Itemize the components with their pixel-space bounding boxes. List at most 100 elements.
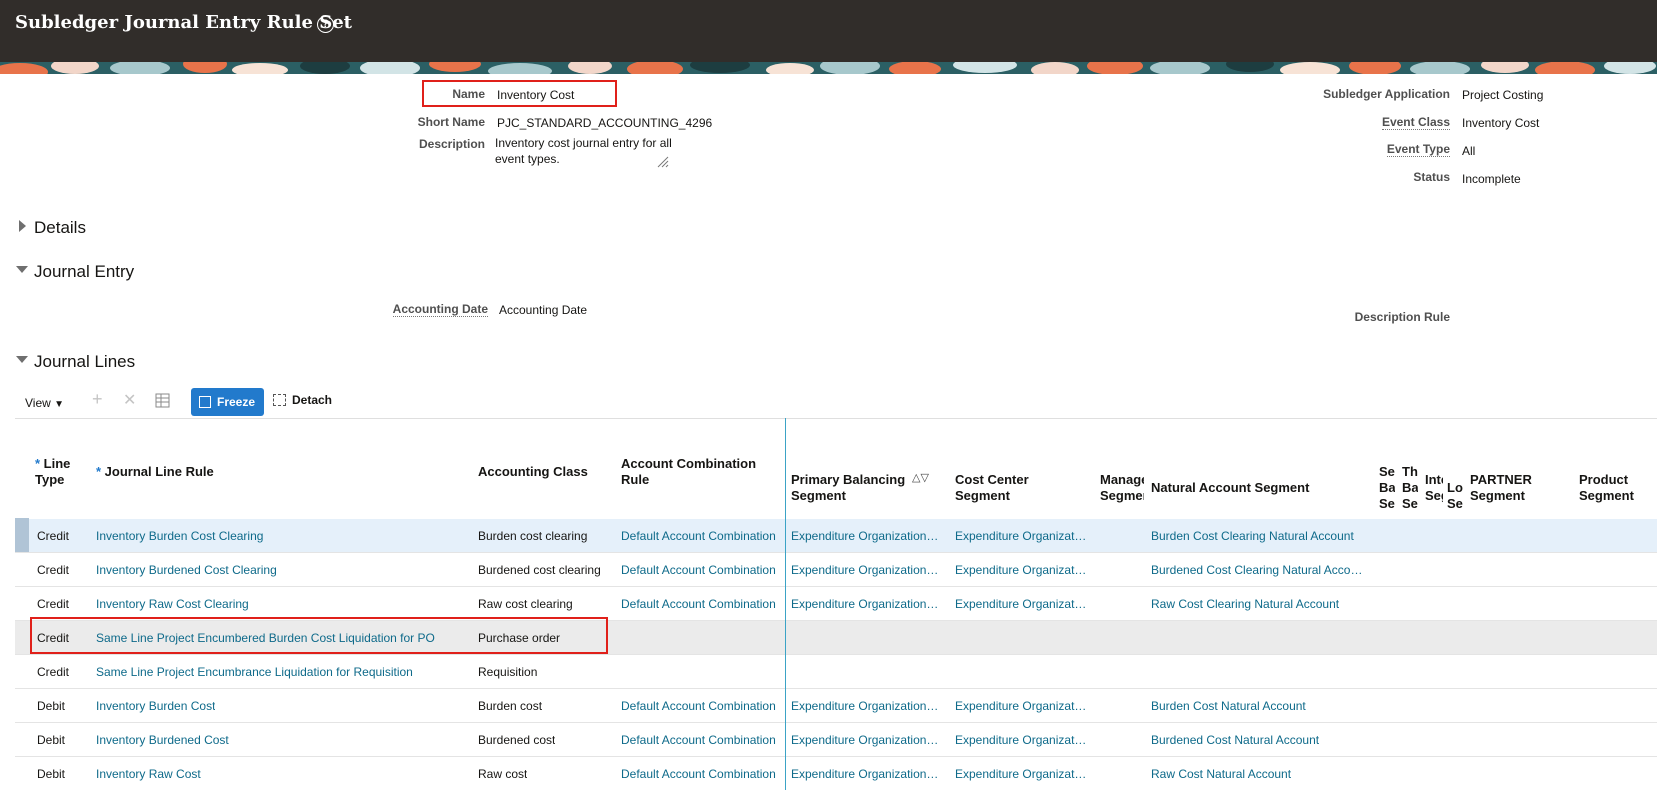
line-type-cell: Credit	[37, 563, 70, 577]
natural-account-link[interactable]: Burden Cost Clearing Natural Account	[1151, 529, 1354, 543]
col-header-product-segment[interactable]: Product Segment	[1579, 472, 1649, 504]
subledger-application-label: Subledger Application	[1323, 87, 1450, 101]
cost-center-link[interactable]: Expenditure Organizat…	[955, 563, 1086, 577]
accounting-date-value: Accounting Date	[499, 303, 588, 317]
account-combination-link[interactable]: Default Account Combination	[621, 529, 776, 543]
line-type-cell: Debit	[37, 767, 66, 781]
detach-button[interactable]: Detach	[273, 393, 332, 407]
primary-balancing-link[interactable]: Expenditure Organization …	[791, 699, 941, 713]
freeze-icon	[199, 396, 211, 408]
help-icon[interactable]: ?	[317, 16, 334, 33]
journal-line-rule-link[interactable]: Inventory Burden Cost	[96, 699, 215, 713]
resize-grip-icon[interactable]	[657, 156, 669, 168]
col-header-cost-center-segment[interactable]: Cost Center Segment	[955, 472, 1075, 504]
collapse-triangle-icon[interactable]	[16, 266, 28, 273]
col-header-third-balancing-segment[interactable]: Third Balancing Segment	[1402, 464, 1418, 512]
cost-center-link[interactable]: Expenditure Organizat…	[955, 733, 1086, 747]
detach-icon	[273, 394, 286, 406]
name-label: Name	[452, 87, 485, 101]
col-header-line-type[interactable]: * Line Type	[35, 456, 85, 488]
line-type-cell: Credit	[37, 529, 70, 543]
table-row[interactable]: Credit Same Line Project Encumbrance Liq…	[15, 655, 1657, 689]
sort-icon[interactable]: △▽	[912, 471, 929, 484]
col-header-location-segment[interactable]: Location Segment	[1447, 480, 1463, 512]
journal-line-rule-link[interactable]: Inventory Burden Cost Clearing	[96, 529, 263, 543]
accounting-class-cell: Burdened cost clearing	[478, 563, 601, 577]
journal-lines-table: * Line Type * Journal Line Rule Accounti…	[15, 418, 1657, 790]
account-combination-link[interactable]: Default Account Combination	[621, 563, 776, 577]
event-type-value: All	[1462, 144, 1476, 158]
cost-center-link[interactable]: Expenditure Organizat…	[955, 699, 1086, 713]
primary-balancing-link[interactable]: Expenditure Organization …	[791, 529, 941, 543]
natural-account-link[interactable]: Burdened Cost Natural Account	[1151, 733, 1319, 747]
table-settings-icon[interactable]	[155, 393, 171, 409]
journal-line-rule-link[interactable]: Inventory Burdened Cost	[96, 733, 229, 747]
primary-balancing-link[interactable]: Expenditure Organization …	[791, 767, 941, 781]
primary-balancing-link[interactable]: Expenditure Organization …	[791, 563, 941, 577]
journal-line-rule-link[interactable]: Inventory Burdened Cost Clearing	[96, 563, 277, 577]
table-header-row: * Line Type * Journal Line Rule Accounti…	[15, 419, 1657, 519]
primary-balancing-link[interactable]: Expenditure Organization …	[791, 597, 941, 611]
collapse-triangle-icon[interactable]	[16, 356, 28, 363]
col-header-second-balancing-segment[interactable]: Second Balancing Segment	[1379, 464, 1395, 512]
col-header-accounting-class[interactable]: Accounting Class	[478, 464, 618, 480]
account-combination-link[interactable]: Default Account Combination	[621, 699, 776, 713]
cost-center-link[interactable]: Expenditure Organizat…	[955, 529, 1086, 543]
page-header: Subledger Journal Entry Rule Set ?	[0, 0, 1657, 62]
event-type-label: Event Type	[1386, 142, 1450, 157]
natural-account-link[interactable]: Burdened Cost Clearing Natural Acco…	[1151, 563, 1362, 577]
description-field[interactable]: Inventory cost journal entry for all eve…	[495, 135, 673, 171]
section-journal-entry-header[interactable]: Journal Entry	[34, 262, 134, 282]
line-type-cell: Credit	[37, 665, 70, 679]
col-header-management-segment[interactable]: Management Segment	[1100, 472, 1144, 504]
accounting-class-cell: Raw cost	[478, 767, 528, 781]
description-label: Description	[418, 137, 485, 151]
table-row[interactable]: Credit Inventory Burdened Cost Clearing …	[15, 553, 1657, 587]
expand-triangle-icon[interactable]	[19, 220, 26, 232]
accounting-class-cell: Raw cost clearing	[478, 597, 573, 611]
natural-account-link[interactable]: Burden Cost Natural Account	[1151, 699, 1306, 713]
account-combination-link[interactable]: Default Account Combination	[621, 767, 776, 781]
section-details-header[interactable]: Details	[34, 218, 86, 238]
accounting-class-cell: Burdened cost	[478, 733, 556, 747]
line-type-cell: Credit	[37, 597, 70, 611]
short-name-value: PJC_STANDARD_ACCOUNTING_4296	[497, 116, 713, 130]
freeze-button[interactable]: Freeze	[191, 388, 264, 416]
col-header-natural-account-segment[interactable]: Natural Account Segment	[1151, 480, 1351, 496]
journal-line-rule-link[interactable]: Same Line Project Encumbrance Liquidatio…	[96, 665, 413, 679]
selected-row-marker	[15, 518, 29, 552]
account-combination-link[interactable]: Default Account Combination	[621, 597, 776, 611]
col-header-journal-line-rule[interactable]: * Journal Line Rule	[96, 464, 456, 480]
col-header-account-combination-rule[interactable]: Account Combination Rule	[621, 456, 771, 488]
freeze-divider	[785, 418, 786, 790]
col-header-partner-segment[interactable]: PARTNER Segment	[1470, 472, 1570, 504]
col-header-intercompany-segment[interactable]: Intercompany Segment	[1425, 472, 1443, 504]
table-row[interactable]: Credit Inventory Raw Cost Clearing Raw c…	[15, 587, 1657, 621]
description-rule-label: Description Rule	[1354, 310, 1450, 324]
subledger-application-value: Project Costing	[1462, 88, 1544, 102]
table-row[interactable]: Debit Inventory Raw Cost Raw cost Defaul…	[15, 757, 1657, 790]
name-value: Inventory Cost	[497, 88, 575, 102]
delete-icon[interactable]: ✕	[123, 390, 136, 410]
account-combination-link[interactable]: Default Account Combination	[621, 733, 776, 747]
cost-center-link[interactable]: Expenditure Organizat…	[955, 767, 1086, 781]
accounting-class-cell: Requisition	[478, 665, 538, 679]
cost-center-link[interactable]: Expenditure Organizat…	[955, 597, 1086, 611]
primary-balancing-link[interactable]: Expenditure Organization …	[791, 733, 941, 747]
natural-account-link[interactable]: Raw Cost Natural Account	[1151, 767, 1291, 781]
natural-account-link[interactable]: Raw Cost Clearing Natural Account	[1151, 597, 1339, 611]
table-row[interactable]: Debit Inventory Burdened Cost Burdened c…	[15, 723, 1657, 757]
row-highlight-box	[30, 617, 608, 654]
short-name-label: Short Name	[417, 115, 485, 129]
page-title: Subledger Journal Entry Rule Set	[15, 12, 352, 33]
line-type-cell: Debit	[37, 699, 66, 713]
table-row[interactable]: Credit Inventory Burden Cost Clearing Bu…	[15, 519, 1657, 553]
journal-line-rule-link[interactable]: Inventory Raw Cost Clearing	[96, 597, 249, 611]
line-type-cell: Debit	[37, 733, 66, 747]
col-header-primary-balancing-segment[interactable]: Primary Balancing Segment	[791, 472, 911, 504]
section-journal-lines-header[interactable]: Journal Lines	[34, 352, 135, 372]
view-menu[interactable]: View ▼	[25, 396, 64, 410]
journal-line-rule-link[interactable]: Inventory Raw Cost	[96, 767, 201, 781]
table-row[interactable]: Debit Inventory Burden Cost Burden cost …	[15, 689, 1657, 723]
add-icon[interactable]: +	[92, 389, 103, 410]
